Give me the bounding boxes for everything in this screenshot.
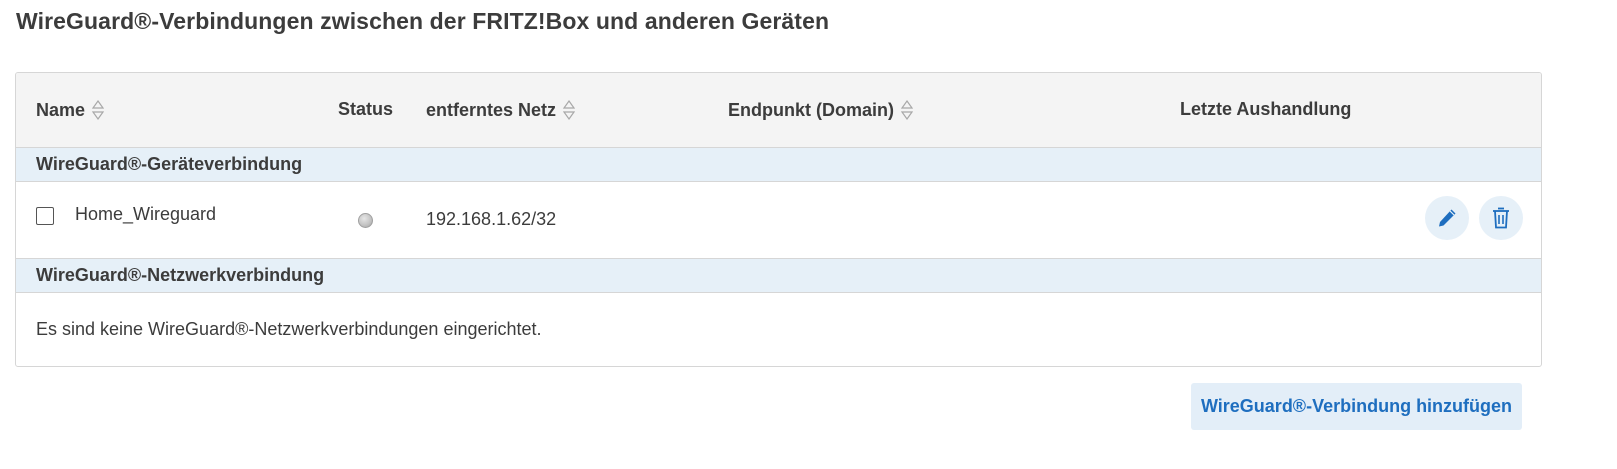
column-header-label: entferntes Netz <box>426 99 557 120</box>
sort-icon <box>900 99 913 121</box>
delete-button[interactable] <box>1479 196 1523 240</box>
row-checkbox[interactable] <box>36 207 54 225</box>
column-header-remote-network[interactable]: entferntes Netz <box>426 99 576 121</box>
cell-name: Home_Wireguard <box>75 204 217 224</box>
add-wireguard-connection-button[interactable]: WireGuard®-Verbindung hinzufügen <box>1191 383 1522 430</box>
cell-remote-network: 192.168.1.62/32 <box>426 209 557 229</box>
column-header-name[interactable]: Name <box>36 99 105 121</box>
column-header-endpoint[interactable]: Endpunkt (Domain) <box>728 99 913 121</box>
sort-icon <box>563 99 576 121</box>
column-header-last-handshake: Letzte Aushandlung <box>1180 99 1351 120</box>
column-header-label: Name <box>36 99 86 120</box>
page-title: WireGuard®-Verbindungen zwischen der FRI… <box>16 8 830 34</box>
column-header-status: Status <box>338 99 393 120</box>
trash-icon <box>1493 207 1509 229</box>
sort-icon <box>92 99 105 121</box>
status-indicator-icon <box>358 213 373 228</box>
column-header-label: Status <box>338 99 394 119</box>
empty-state-message: Es sind keine WireGuard®-Netzwerkverbind… <box>36 319 542 339</box>
edit-icon <box>1439 209 1456 227</box>
group-label: WireGuard®-Geräteverbindung <box>36 154 303 174</box>
table-header: Name Status entferntes Netz Endpunkt (Do… <box>16 73 1541 148</box>
column-header-label: Letzte Aushandlung <box>1180 99 1352 119</box>
connections-table: Name Status entferntes Netz Endpunkt (Do… <box>15 72 1542 367</box>
group-label: WireGuard®-Netzwerkverbindung <box>36 265 325 285</box>
edit-button[interactable] <box>1425 196 1469 240</box>
table-row: Home_Wireguard 192.168.1.62/32 <box>16 182 1541 259</box>
column-header-label: Endpunkt (Domain) <box>728 99 894 120</box>
wireguard-page: WireGuard®-Verbindungen zwischen der FRI… <box>0 0 1617 469</box>
group-row-device-connection: WireGuard®-Geräteverbindung <box>16 147 1541 182</box>
group-row-network-connection: WireGuard®-Netzwerkverbindung <box>16 258 1541 293</box>
